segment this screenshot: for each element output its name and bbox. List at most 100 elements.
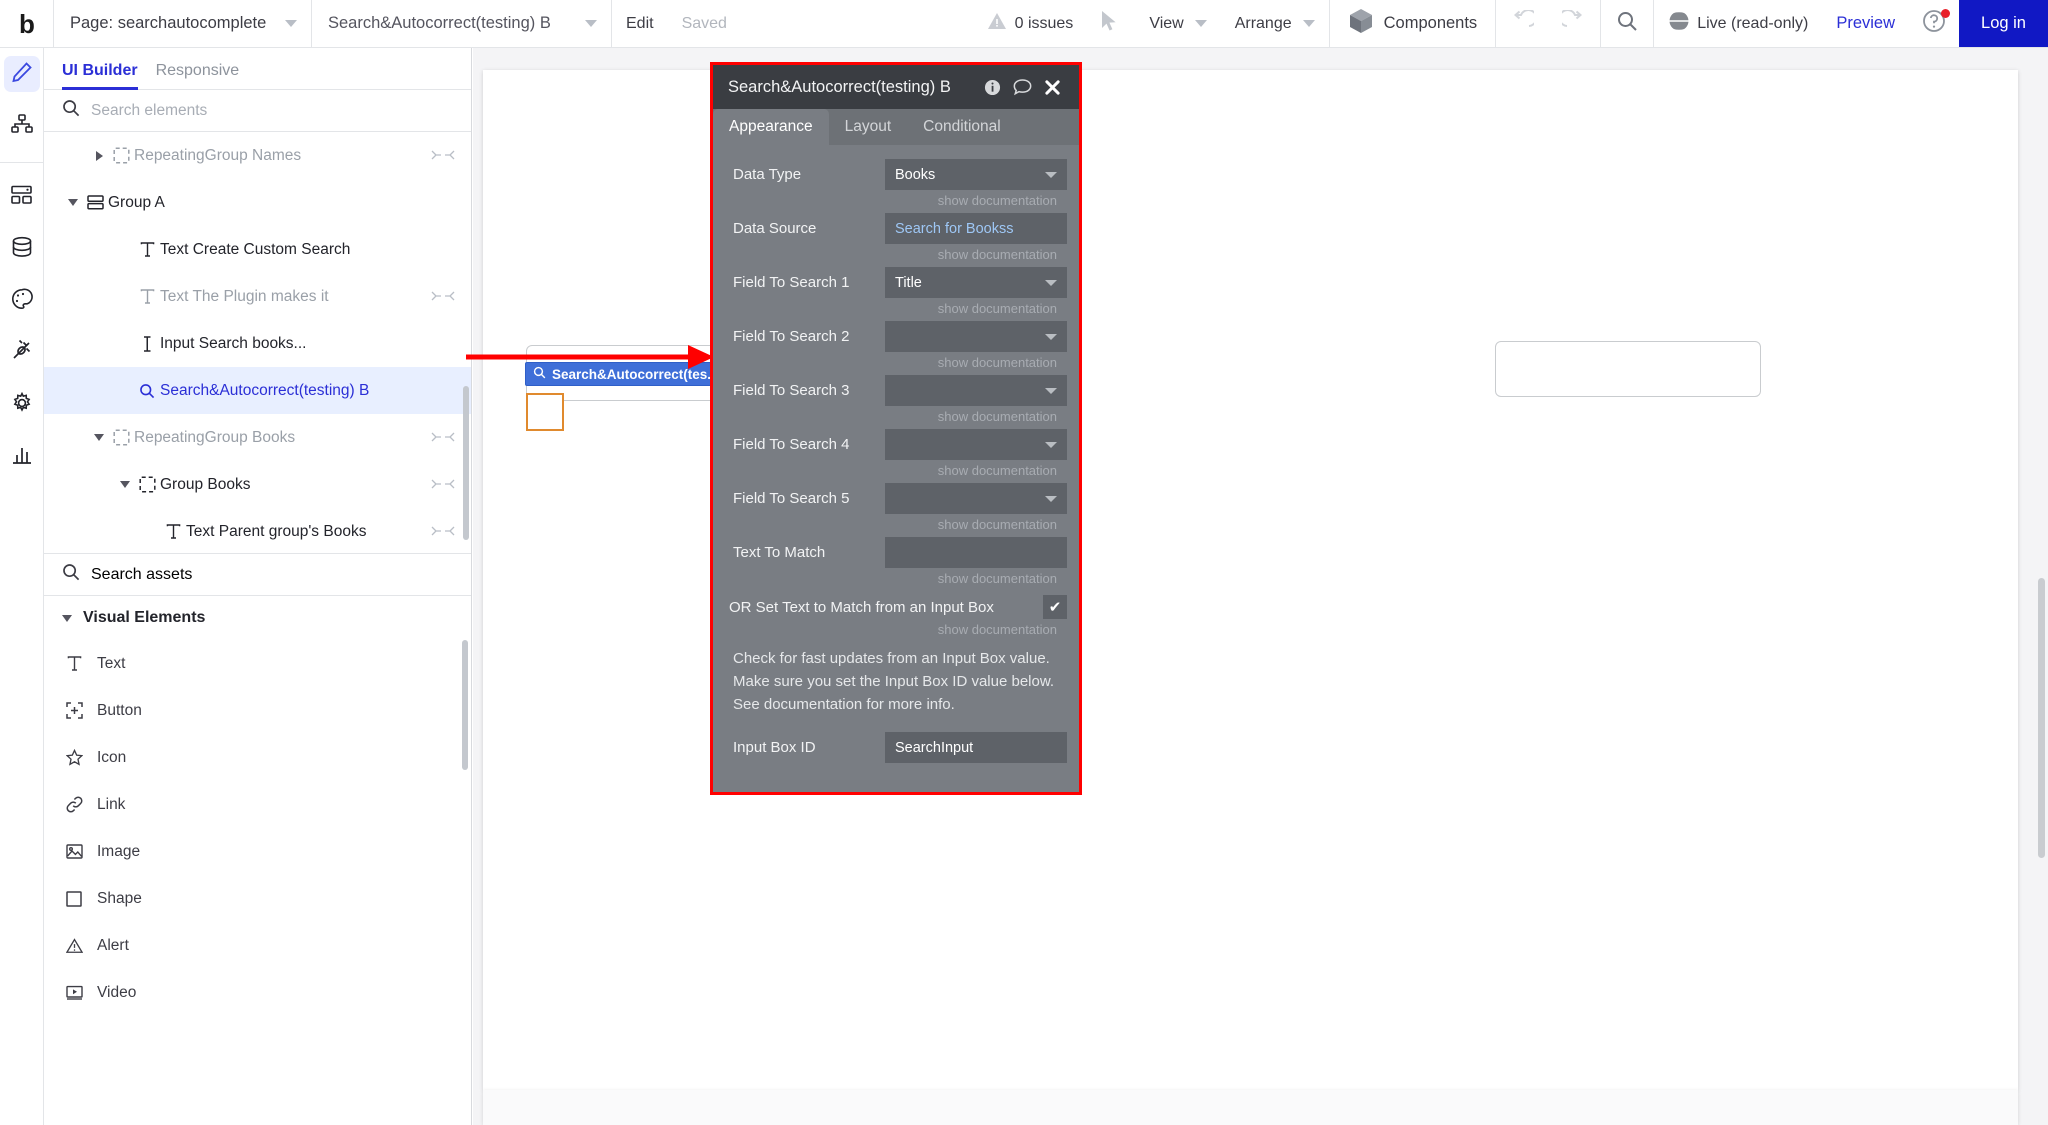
rail-item-plugins[interactable] (4, 335, 40, 371)
page-selector[interactable]: Page: searchautocomplete (54, 0, 312, 47)
search-assets-input[interactable]: Search assets (91, 566, 192, 584)
property-label: Field To Search 4 (733, 436, 850, 453)
property-value-dropdown[interactable] (885, 483, 1067, 514)
show-documentation-link[interactable]: show documentation (725, 190, 1067, 213)
property-value-dropdown[interactable] (885, 429, 1067, 460)
tree-row-label: Text Create Custom Search (160, 240, 351, 258)
view-menu[interactable]: View (1135, 0, 1220, 47)
tab-appearance[interactable]: Appearance (713, 109, 829, 145)
rail-item-design[interactable] (3, 56, 40, 92)
input-box-id-label: Input Box ID (733, 739, 816, 757)
input-box-checkbox[interactable]: ✔ (1043, 595, 1067, 619)
rail-item-workflow[interactable] (4, 108, 40, 144)
tree-row[interactable]: Group A (44, 179, 471, 226)
comment-icon[interactable] (1007, 78, 1037, 96)
rail-item-layouts[interactable] (4, 179, 40, 215)
palette-item-label: Shape (97, 889, 142, 907)
rail-item-data[interactable] (4, 231, 40, 267)
tree-scrollbar-thumb[interactable] (463, 386, 469, 540)
chevron-down-icon[interactable] (116, 481, 134, 488)
show-documentation-link[interactable]: show documentation (725, 352, 1067, 375)
rail-item-logs[interactable] (4, 439, 40, 475)
tree-row[interactable]: RepeatingGroup Names (44, 132, 471, 179)
tab-ui-builder[interactable]: UI Builder (62, 62, 138, 90)
show-documentation-link[interactable]: show documentation (725, 619, 1067, 642)
login-button[interactable]: Log in (1959, 0, 2048, 47)
tree-row-label: Input Search books... (160, 334, 307, 352)
palette-item-text[interactable]: Text (44, 640, 471, 687)
info-icon[interactable] (977, 79, 1007, 96)
cursor-tool-button[interactable] (1083, 0, 1135, 47)
preview-button[interactable]: Preview (1822, 0, 1909, 47)
live-version-button[interactable]: Live (read-only) (1654, 0, 1822, 47)
palette-item-image[interactable]: Image (44, 828, 471, 875)
gear-icon (11, 391, 33, 419)
canvas-secondary-input[interactable] (1495, 341, 1761, 397)
chevron-down-icon[interactable] (64, 199, 82, 206)
tree-row[interactable]: Text Create Custom Search (44, 226, 471, 273)
tree-row[interactable]: Group Books (44, 461, 471, 508)
property-value-dropdown[interactable]: Title (885, 267, 1067, 298)
canvas-selected-element-chip[interactable]: Search&Autocorrect(tes... (525, 362, 728, 386)
asset-search-row[interactable]: Search assets (44, 554, 471, 596)
tab-responsive[interactable]: Responsive (156, 62, 240, 89)
search-elements-input[interactable]: Search elements (91, 102, 207, 120)
show-documentation-link[interactable]: show documentation (725, 244, 1067, 267)
palette-item-button[interactable]: Button (44, 687, 471, 734)
show-documentation-link[interactable]: show documentation (725, 406, 1067, 429)
property-row: Field To Search 2 (725, 321, 1067, 352)
canvas-repeatinggroup-cell[interactable] (526, 393, 564, 431)
bubble-logo[interactable]: b (0, 0, 54, 47)
notification-dot-icon (1941, 9, 1951, 18)
palette-item-shape[interactable]: Shape (44, 875, 471, 922)
element-search-row[interactable]: Search elements (44, 90, 471, 132)
tab-conditional[interactable]: Conditional (907, 109, 1017, 145)
palette-item-link[interactable]: Link (44, 781, 471, 828)
input-box-id-field[interactable]: SearchInput (885, 732, 1067, 764)
edit-mode-button[interactable]: Edit (612, 0, 668, 47)
tree-row[interactable]: RepeatingGroup Books (44, 414, 471, 461)
rail-item-settings[interactable] (4, 387, 40, 423)
tree-row[interactable]: Search&Autocorrect(testing) B (44, 367, 471, 414)
property-row: Field To Search 3 (725, 375, 1067, 406)
tab-layout[interactable]: Layout (829, 109, 908, 145)
logo-text: b (19, 8, 35, 39)
search-button[interactable] (1601, 0, 1653, 47)
rail-item-styles[interactable] (4, 283, 40, 319)
palette-item-label: Alert (97, 936, 129, 954)
show-documentation-link[interactable]: show documentation (725, 298, 1067, 321)
close-icon[interactable] (1037, 79, 1067, 96)
chevron-down-icon[interactable] (90, 434, 108, 441)
show-documentation-link[interactable]: show documentation (725, 514, 1067, 537)
chevron-right-icon[interactable] (90, 150, 108, 161)
element-tree[interactable]: RepeatingGroup Names Group A Text Create C… (44, 132, 471, 554)
issues-button[interactable]: 0 issues (977, 0, 1084, 47)
arrange-menu[interactable]: Arrange (1221, 0, 1329, 47)
palette-scrollbar-thumb[interactable] (462, 640, 468, 770)
tree-row[interactable]: Input Search books... (44, 320, 471, 367)
property-value-dropdown[interactable] (885, 321, 1067, 352)
tree-row[interactable]: Text Parent group's Books (44, 508, 471, 553)
palette-item-video[interactable]: Video (44, 969, 471, 1016)
help-button[interactable] (1909, 0, 1959, 47)
element-selector[interactable]: Search&Autocorrect(testing) B (312, 0, 612, 47)
palette-section-visual-elements[interactable]: Visual Elements (44, 596, 471, 640)
tree-row[interactable]: Text The Plugin makes it (44, 273, 471, 320)
show-documentation-link[interactable]: show documentation (725, 460, 1067, 483)
property-value-input[interactable] (885, 537, 1067, 568)
components-button[interactable]: Components (1330, 0, 1496, 47)
property-value-dropdown[interactable] (885, 375, 1067, 406)
palette-item-label: Button (97, 701, 142, 719)
property-value-dropdown[interactable]: Books (885, 159, 1067, 190)
palette-item-icon[interactable]: Icon (44, 734, 471, 781)
group-dashed-icon (108, 429, 134, 446)
property-editor-note: Check for fast updates from an Input Box… (733, 650, 1055, 713)
canvas-scrollbar-thumb[interactable] (2038, 578, 2045, 858)
redo-button[interactable] (1548, 0, 1600, 47)
undo-button[interactable] (1496, 0, 1548, 47)
palette-item-alert[interactable]: Alert (44, 922, 471, 969)
left-panel-tabs: UI Builder Responsive (44, 48, 471, 90)
property-value-link[interactable]: Search for Bookss (885, 213, 1067, 244)
group-rows-icon (82, 195, 108, 210)
show-documentation-link[interactable]: show documentation (725, 568, 1067, 591)
